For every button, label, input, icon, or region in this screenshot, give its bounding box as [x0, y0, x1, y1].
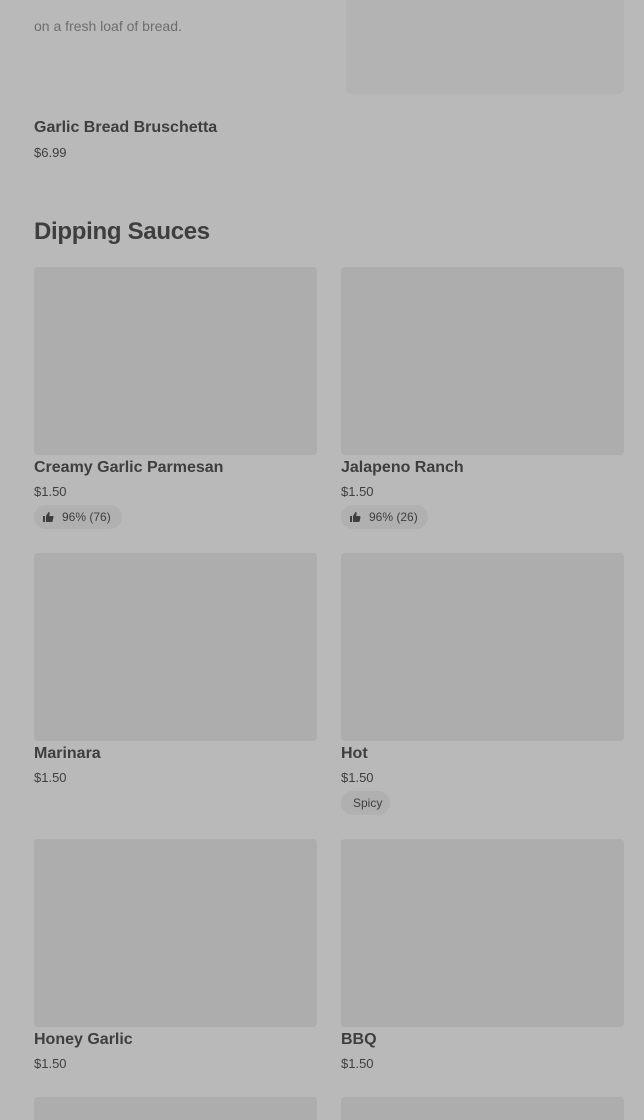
item-price: $1.50 — [341, 484, 374, 499]
item-price: $1.50 — [34, 484, 67, 499]
item-title[interactable]: Marinara — [34, 745, 101, 763]
item-price: $1.50 — [34, 770, 67, 785]
section-title: Dipping Sauces — [34, 218, 210, 245]
item-price: $1.50 — [341, 770, 374, 785]
previous-item-price: $6.99 — [34, 145, 67, 160]
item-image[interactable] — [34, 839, 317, 1027]
item-image[interactable] — [34, 267, 317, 455]
item-image[interactable] — [341, 839, 624, 1027]
item-price: $1.50 — [341, 1056, 374, 1071]
thumbs-up-icon — [349, 511, 361, 523]
item-image[interactable] — [34, 553, 317, 741]
spicy-text: Spicy — [353, 796, 383, 810]
menu-item-card-jalapeno-ranch[interactable]: Jalapeno Ranch $1.50 96% (26) — [341, 267, 624, 537]
item-title[interactable]: Hot — [341, 745, 368, 763]
item-title[interactable]: Jalapeno Ranch — [341, 459, 464, 477]
rating-badge: 96% (26) — [341, 505, 428, 529]
item-title[interactable]: Creamy Garlic Parmesan — [34, 459, 223, 477]
thumbs-up-icon — [42, 511, 54, 523]
menu-item-card-hot[interactable]: Hot $1.50 Spicy — [341, 553, 624, 823]
previous-item-description-clipped-line — [34, 0, 324, 14]
menu-item-card-creamy-garlic-parmesan[interactable]: Creamy Garlic Parmesan $1.50 96% (76) — [34, 267, 317, 537]
previous-item-description: on a fresh loaf of bread. — [34, 0, 324, 38]
previous-item-description-tail: on a fresh loaf of bread. — [34, 18, 182, 34]
spicy-badge: Spicy — [341, 791, 390, 815]
menu-item-card-marinara[interactable]: Marinara $1.50 — [34, 553, 317, 823]
item-image[interactable] — [341, 267, 624, 455]
menu-item-card-bbq[interactable]: BBQ $1.50 — [341, 839, 624, 1109]
item-image[interactable] — [341, 553, 624, 741]
previous-item-title[interactable]: Garlic Bread Bruschetta — [34, 119, 217, 137]
next-item-image-right[interactable] — [341, 1097, 624, 1120]
previous-item-image[interactable] — [346, 0, 624, 94]
rating-badge: 96% (76) — [34, 505, 122, 529]
item-title[interactable]: Honey Garlic — [34, 1031, 133, 1049]
rating-text: 96% (76) — [62, 510, 111, 524]
menu-item-card-honey-garlic[interactable]: Honey Garlic $1.50 — [34, 839, 317, 1109]
rating-text: 96% (26) — [369, 510, 418, 524]
next-item-image-left[interactable] — [34, 1097, 317, 1120]
item-title[interactable]: BBQ — [341, 1031, 377, 1049]
item-price: $1.50 — [34, 1056, 67, 1071]
